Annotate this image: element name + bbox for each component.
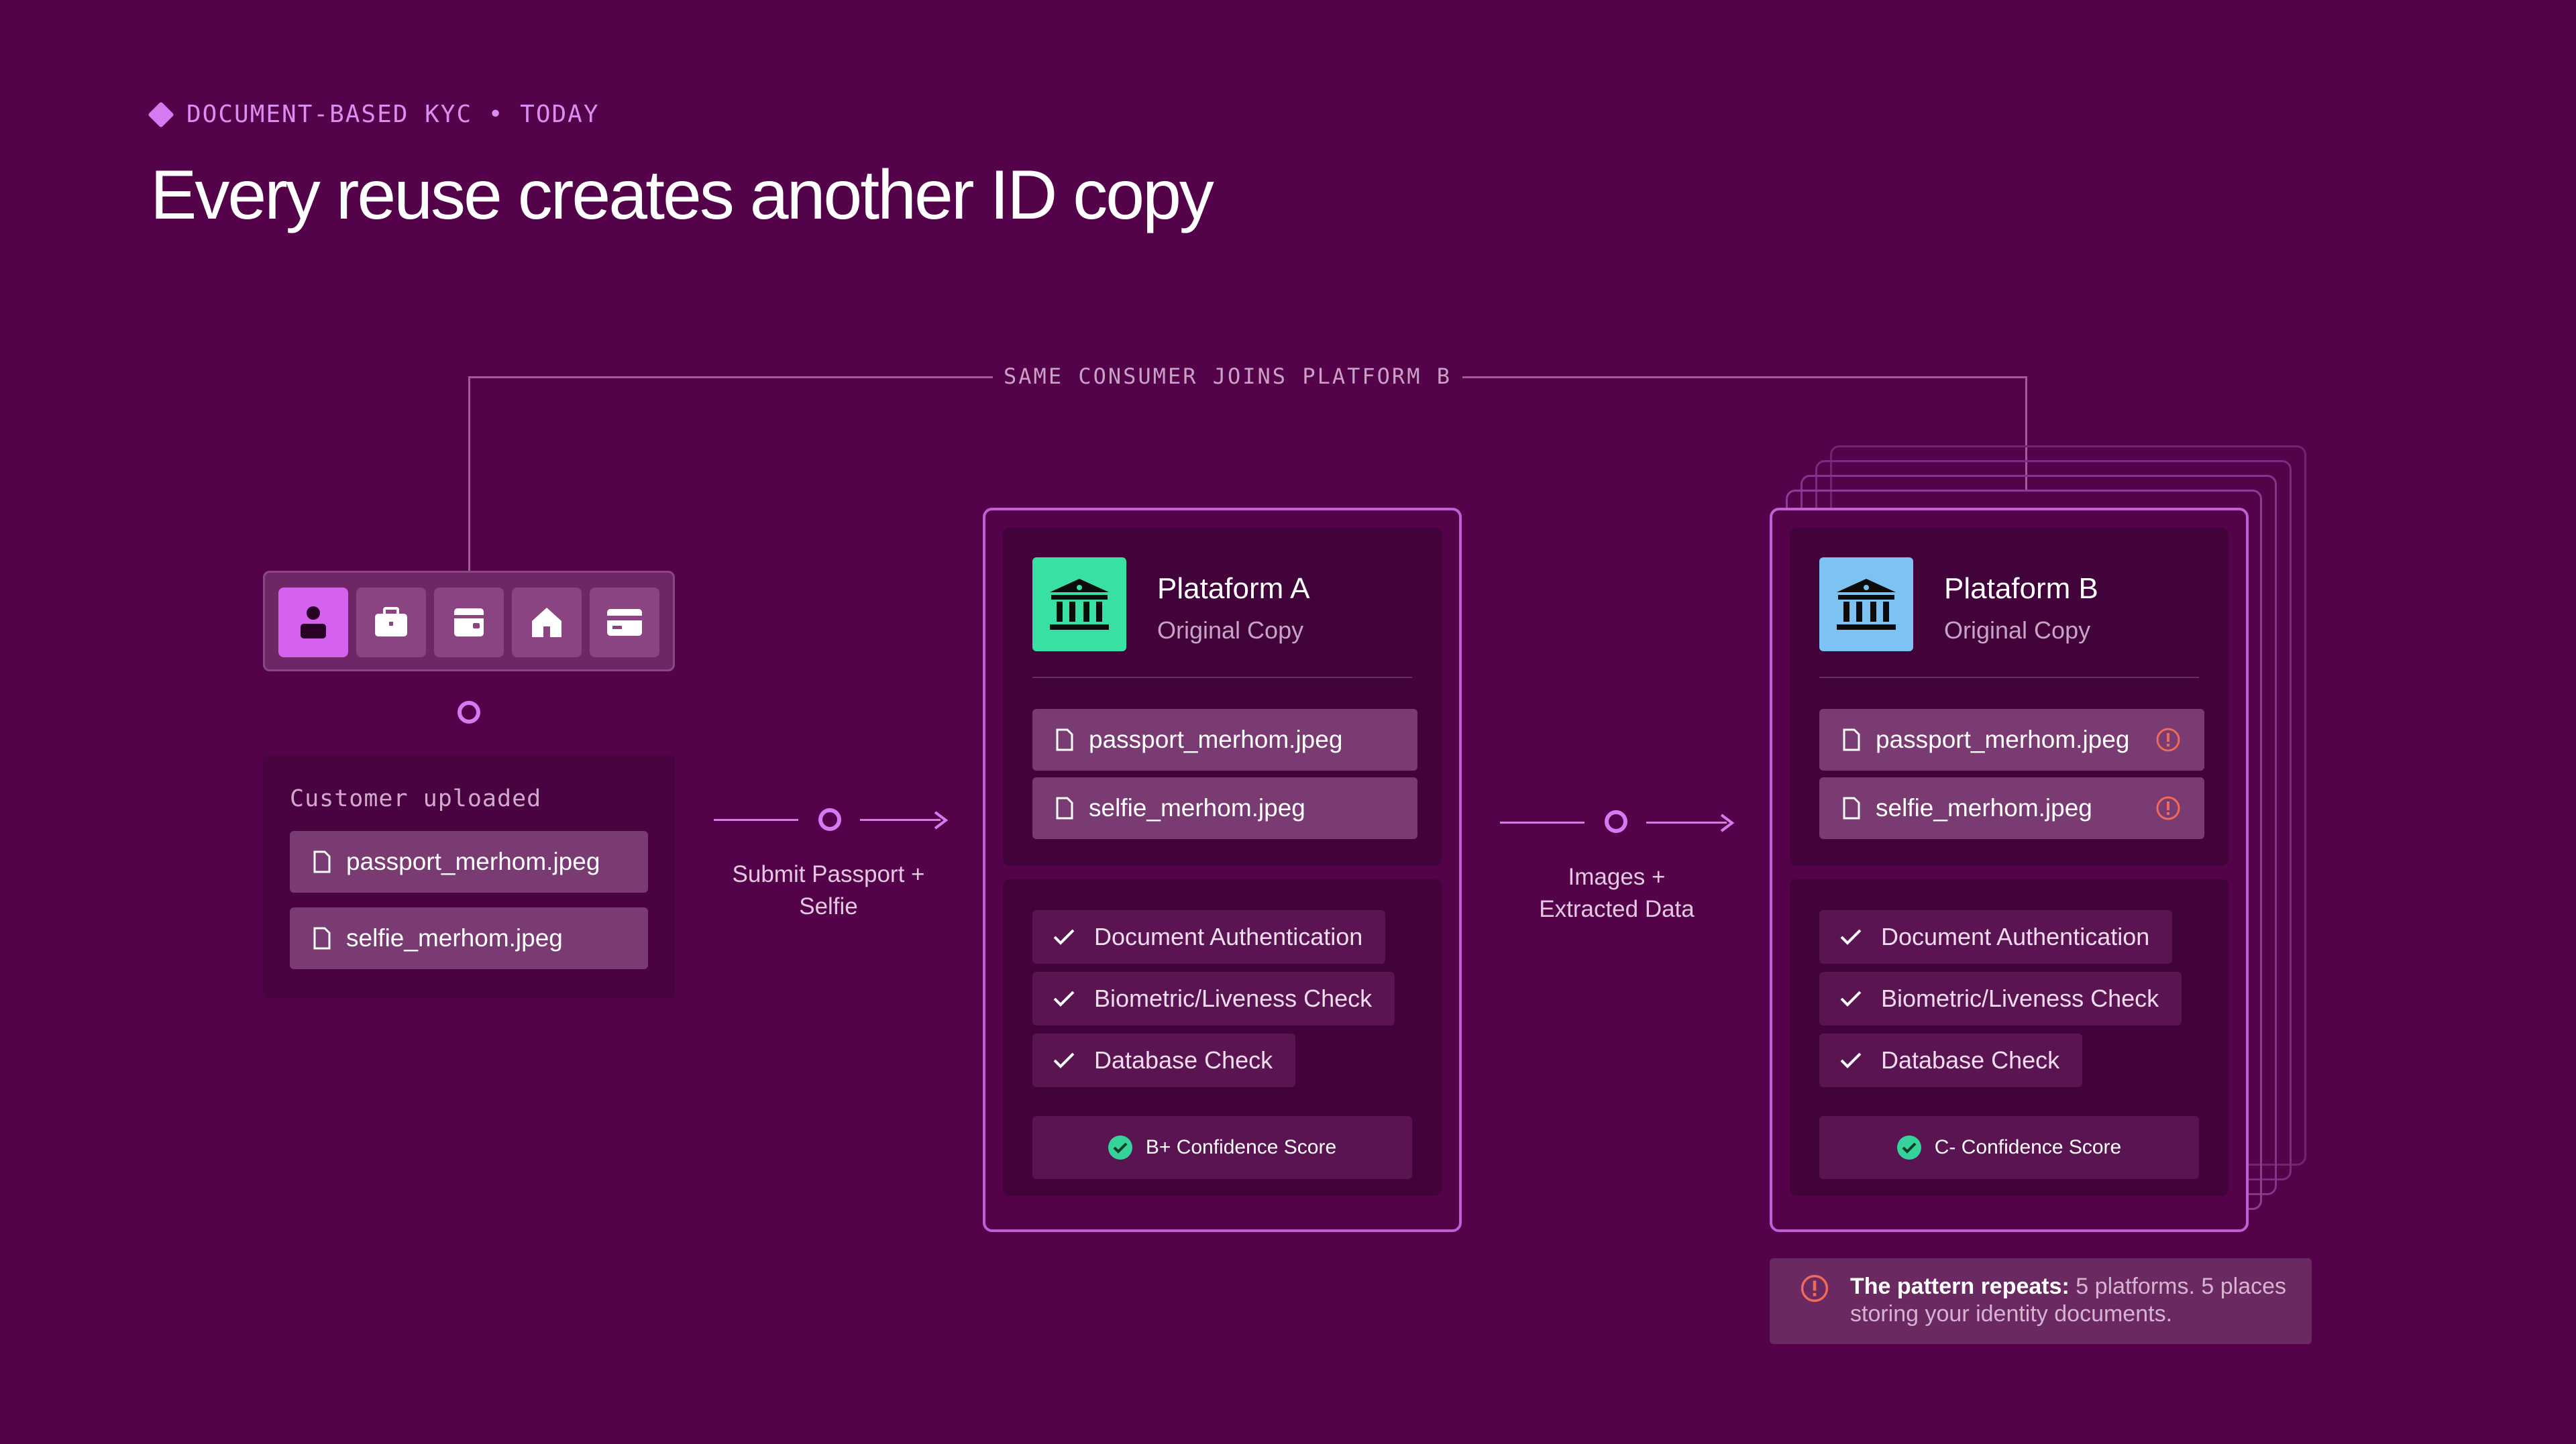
diamond-icon xyxy=(148,101,174,128)
platform-b-file-selfie[interactable]: selfie_merhom.jpeg xyxy=(1819,777,2204,839)
customer-file-selfie[interactable]: selfie_merhom.jpeg xyxy=(290,907,648,969)
platform-a-header: Plataform A Original Copy passport_merho… xyxy=(1003,528,1442,866)
warning-icon xyxy=(2156,728,2180,752)
tool-person[interactable] xyxy=(278,588,348,657)
arrow-2-head-icon xyxy=(1720,814,1735,832)
customer-label: Customer uploaded xyxy=(290,785,542,812)
file-name: passport_merhom.jpeg xyxy=(1089,726,1343,753)
success-icon xyxy=(1896,1135,1921,1160)
arrow-2-caption: Images + Extracted Data xyxy=(1486,861,1748,926)
arrow-1-head-icon xyxy=(934,811,949,830)
check-item: Database Check xyxy=(1819,1034,2083,1087)
wallet-icon xyxy=(454,608,484,636)
tool-briefcase[interactable] xyxy=(356,588,426,657)
platform-b-header: Plataform B Original Copy passport_merho… xyxy=(1790,528,2229,866)
credit-card-icon xyxy=(607,609,642,636)
platform-b-card: Plataform B Original Copy passport_merho… xyxy=(1770,508,2249,1232)
platform-b-file-passport[interactable]: passport_merhom.jpeg xyxy=(1819,709,2204,771)
check-label: Database Check xyxy=(1881,1046,2060,1074)
connector-left-horizontal xyxy=(468,376,993,378)
score-label: C- Confidence Score xyxy=(1934,1136,2122,1158)
eyebrow-text: DOCUMENT-BASED KYC • TODAY xyxy=(186,101,600,128)
check-label: Document Authentication xyxy=(1881,923,2150,950)
app-toolbar xyxy=(263,571,675,671)
check-item: Biometric/Liveness Check xyxy=(1032,972,1395,1025)
checkmark-icon xyxy=(1053,1052,1075,1068)
checkmark-icon xyxy=(1840,929,1862,945)
bank-icon xyxy=(1032,557,1126,651)
score-label: B+ Confidence Score xyxy=(1145,1136,1337,1158)
confidence-score: C- Confidence Score xyxy=(1819,1116,2199,1179)
caption-line: Images + xyxy=(1568,864,1666,890)
arrow-2-line-right xyxy=(1646,822,1727,824)
arrow-1-caption: Submit Passport + Selfie xyxy=(698,858,959,923)
file-icon xyxy=(313,850,331,873)
customer-file-passport[interactable]: passport_merhom.jpeg xyxy=(290,831,648,893)
platform-subtitle: Original Copy xyxy=(1157,616,1304,644)
caption-line: Extracted Data xyxy=(1539,896,1695,922)
checkmark-icon xyxy=(1840,991,1862,1007)
caption-line: Submit Passport + xyxy=(732,861,925,887)
checkmark-icon xyxy=(1840,1052,1862,1068)
check-item: Document Authentication xyxy=(1819,910,2173,964)
platform-a-file-passport[interactable]: passport_merhom.jpeg xyxy=(1032,709,1417,771)
platform-subtitle: Original Copy xyxy=(1944,616,2091,644)
file-name: selfie_merhom.jpeg xyxy=(1876,794,2092,822)
check-label: Database Check xyxy=(1094,1046,1273,1074)
divider xyxy=(1032,677,1412,678)
connector-left-vertical xyxy=(468,376,470,572)
arrow-1-node xyxy=(818,808,841,831)
page-title: Every reuse creates another ID copy xyxy=(150,156,1214,234)
eyebrow: DOCUMENT-BASED KYC • TODAY xyxy=(148,101,600,128)
arrow-1-line-right xyxy=(860,819,941,821)
tool-credit-card[interactable] xyxy=(590,588,659,657)
confidence-score: B+ Confidence Score xyxy=(1032,1116,1412,1179)
platform-a-checks: Document Authentication Biometric/Livene… xyxy=(1003,879,1442,1196)
file-icon xyxy=(1056,728,1073,751)
file-name: selfie_merhom.jpeg xyxy=(1089,794,1305,822)
note-bold: The pattern repeats: xyxy=(1850,1274,2070,1299)
divider xyxy=(1819,677,2199,678)
check-item: Document Authentication xyxy=(1032,910,1386,964)
file-icon xyxy=(1843,797,1860,820)
arrow-1-line-left xyxy=(714,819,798,821)
arrow-2-line-left xyxy=(1500,822,1585,824)
flow-node xyxy=(458,701,480,724)
caption-line: Selfie xyxy=(799,893,858,920)
checkmark-icon xyxy=(1053,929,1075,945)
home-icon xyxy=(532,608,561,637)
platform-a-card: Plataform A Original Copy passport_merho… xyxy=(983,508,1462,1232)
file-icon xyxy=(1843,728,1860,751)
platform-name: Plataform A xyxy=(1157,572,1310,605)
tool-home[interactable] xyxy=(512,588,582,657)
bank-icon xyxy=(1819,557,1913,651)
platform-name: Plataform B xyxy=(1944,572,2098,605)
check-label: Biometric/Liveness Check xyxy=(1881,985,2159,1012)
check-item: Biometric/Liveness Check xyxy=(1819,972,2182,1025)
arrow-2-node xyxy=(1605,810,1627,833)
file-name: passport_merhom.jpeg xyxy=(1876,726,2130,753)
warning-icon xyxy=(2156,796,2180,820)
check-label: Biometric/Liveness Check xyxy=(1094,985,1373,1012)
briefcase-icon xyxy=(375,607,407,636)
warning-icon xyxy=(1801,1274,1829,1302)
connector-label: SAME CONSUMER JOINS PLATFORM B xyxy=(1004,364,1452,389)
pattern-note: The pattern repeats: 5 platforms. 5 plac… xyxy=(1770,1258,2312,1344)
platform-a-file-selfie[interactable]: selfie_merhom.jpeg xyxy=(1032,777,1417,839)
platform-b-checks: Document Authentication Biometric/Livene… xyxy=(1790,879,2229,1196)
tool-wallet[interactable] xyxy=(434,588,504,657)
file-name: selfie_merhom.jpeg xyxy=(346,924,563,952)
checkmark-icon xyxy=(1053,991,1075,1007)
success-icon xyxy=(1108,1135,1132,1160)
person-icon xyxy=(301,606,326,638)
check-item: Database Check xyxy=(1032,1034,1296,1087)
customer-uploaded-panel: Customer uploaded passport_merhom.jpeg s… xyxy=(263,755,675,999)
check-label: Document Authentication xyxy=(1094,923,1363,950)
note-text: The pattern repeats: 5 platforms. 5 plac… xyxy=(1850,1273,2293,1328)
connector-right-horizontal xyxy=(1462,376,2027,378)
file-icon xyxy=(1056,797,1073,820)
file-icon xyxy=(313,927,331,950)
file-name: passport_merhom.jpeg xyxy=(346,848,600,875)
